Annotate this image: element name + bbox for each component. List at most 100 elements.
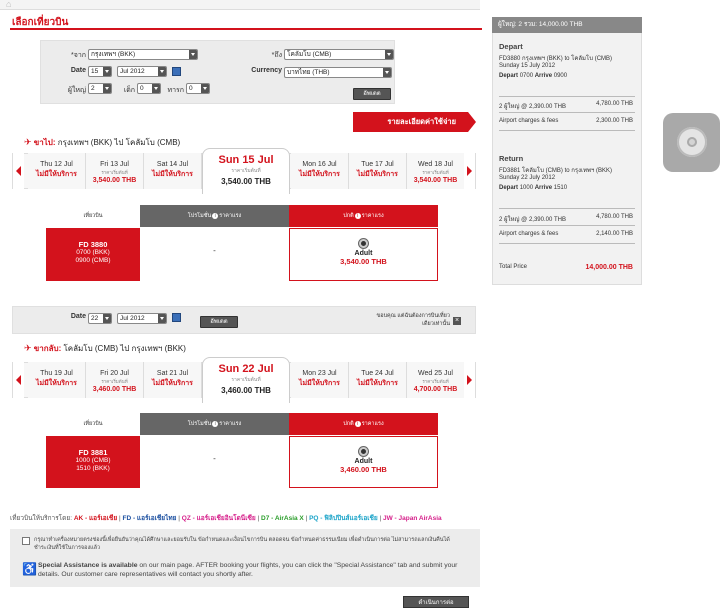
summary-return-fee-value: 2,140.00 THB — [596, 231, 633, 237]
depart-flight-cell: FD 3880 0700 (BKK) 0900 (CMB) — [46, 228, 140, 281]
return-day-5[interactable]: Mon 23 Jul ไม่มีให้บริการ — [291, 362, 349, 398]
wheelchair-icon: ♿ — [22, 562, 37, 576]
infant-select[interactable]: 0 — [186, 83, 210, 94]
currency-select[interactable]: บาทไทย (THB) — [284, 67, 392, 78]
divider — [499, 96, 635, 97]
title-divider — [10, 28, 482, 30]
depart-day-selected[interactable]: Sun 15 Jul ราคาเริ่มต้นที่ 3,540.00 THB — [202, 148, 290, 194]
carrier-legend: เที่ยวบินให้บริการโดย: AK - แอร์เอเชีย |… — [10, 515, 442, 522]
info-icon[interactable]: i — [212, 212, 219, 219]
depart-day-1[interactable]: Thu 12 Jul ไม่มีให้บริการ — [28, 153, 86, 189]
depart-next-arrow-icon[interactable] — [464, 153, 475, 189]
home-icon[interactable]: ⌂ — [6, 0, 11, 9]
return-promo-value: - — [213, 454, 216, 463]
date-month-select[interactable]: Jul 2012 — [117, 66, 167, 77]
summary-depart-title: Depart — [499, 42, 523, 51]
child-label: เด็ก — [123, 87, 135, 94]
depart-day-5[interactable]: Mon 16 Jul ไม่มีให้บริการ — [291, 153, 349, 189]
return-col-promo: โปรโมชั่น i ราคาแรง — [140, 413, 289, 435]
update-button[interactable]: อัพเดต — [353, 88, 391, 100]
adult-select[interactable]: 2 — [88, 83, 112, 94]
return-date-month-select[interactable]: Jul 2012 — [117, 313, 167, 324]
top-bar — [0, 0, 480, 10]
assistive-touch-button[interactable] — [663, 113, 720, 172]
depart-promo-value: - — [213, 246, 216, 255]
plane-return-icon: ✈ — [24, 343, 32, 353]
info-icon[interactable]: i — [354, 212, 361, 219]
depart-prev-arrow-icon[interactable] — [13, 153, 24, 189]
summary-depart-date: Sunday 15 July 2012 — [499, 63, 556, 69]
calendar-icon[interactable] — [172, 67, 181, 76]
return-update-button[interactable]: อัพเดต — [200, 316, 238, 328]
summary-depart-fee-label: Airport charges & fees — [499, 118, 559, 124]
summary-return-fee-label: Airport charges & fees — [499, 231, 559, 237]
return-fare-cell[interactable]: Adult 3,460.00 THB — [289, 436, 438, 488]
summary-return-fare-label: 2 ผู้ใหญ่ @ 2,390.00 THB — [499, 217, 566, 223]
to-label: *ถึง — [271, 52, 282, 59]
summary-depart-flight: FD3880 กรุงเทพฯ (BKK) to โคลัมโบ (CMB) — [499, 56, 613, 62]
divider — [499, 225, 635, 226]
from-label: *จาก — [71, 52, 86, 59]
calendar-icon[interactable] — [172, 313, 181, 322]
depart-fare-cell[interactable]: Adult 3,540.00 THB — [289, 228, 438, 281]
summary-return-fare-value: 4,780.00 THB — [596, 214, 633, 220]
to-select[interactable]: โคลัมโบ (CMB) — [284, 49, 394, 60]
summary-depart-fee-value: 2,300.00 THB — [596, 118, 633, 124]
price-details-button[interactable]: รายละเอียดค่าใช้จ่าย — [353, 112, 476, 132]
from-select[interactable]: กรุงเทพฯ (BKK) — [88, 49, 198, 60]
special-assistance-note: Special Assistance is available on our m… — [38, 562, 458, 578]
summary-depart-times: Depart 0700 Arrive 0900 — [499, 73, 568, 79]
infant-label: ทารก — [167, 87, 184, 94]
return-day-6[interactable]: Tue 24 Jul ไม่มีให้บริการ — [349, 362, 407, 398]
summary-return-title: Return — [499, 154, 524, 163]
return-day-3[interactable]: Sat 21 Jul ไม่มีให้บริการ — [144, 362, 202, 398]
return-date-label: Date — [70, 313, 86, 320]
child-select[interactable]: 0 — [137, 83, 161, 94]
depart-day-2[interactable]: Fri 13 Jul ราคาเริ่มต้นที่ 3,540.00 THB — [86, 153, 144, 189]
depart-col-promo: โปรโมชั่น i ราคาแรง — [140, 205, 289, 227]
date-day-select[interactable]: 15 — [88, 66, 112, 77]
depart-route: ✈ ขาไป: กรุงเทพฯ (BKK) ไป โคลัมโบ (CMB) — [24, 137, 181, 147]
return-next-arrow-icon[interactable] — [464, 362, 475, 398]
return-day-2[interactable]: Fri 20 Jul ราคาเริ่มต้นที่ 3,460.00 THB — [86, 362, 144, 398]
terms-text: กรุณาทำเครื่องหมายตรงช่องนี้เพื่อยืนยันว… — [34, 537, 450, 551]
return-col-low: ปกติ i ราคาแรง — [289, 413, 438, 435]
return-flight-cell: FD 3881 1000 (CMB) 1510 (BKK) — [46, 436, 140, 488]
summary-depart-fare-label: 2 ผู้ใหญ่ @ 2,390.00 THB — [499, 104, 566, 110]
depart-day-7[interactable]: Wed 18 Jul ราคาเริ่มต้นที่ 3,540.00 THB — [407, 153, 465, 189]
return-date-day-select[interactable]: 22 — [88, 313, 112, 324]
continue-button[interactable]: ดำเนินการต่อ — [403, 596, 469, 608]
date-label: Date — [70, 67, 86, 74]
divider — [499, 208, 635, 209]
summary-total-value: 14,000.00 THB — [585, 264, 633, 271]
fare-radio[interactable] — [359, 239, 368, 248]
depart-col-low: ปกติ i ราคาแรง — [289, 205, 438, 227]
depart-day-3[interactable]: Sat 14 Jul ไม่มีให้บริการ — [144, 153, 202, 189]
plane-depart-icon: ✈ — [24, 137, 32, 147]
return-col-flight: เที่ยวบิน — [46, 413, 140, 435]
summary-return-date: Sunday 22 July 2012 — [499, 175, 556, 181]
summary-return-flight: FD3881 โคลัมโบ (CMB) to กรุงเทพฯ (BKK) — [499, 168, 613, 174]
divider — [499, 130, 635, 131]
summary-depart-fare-value: 4,780.00 THB — [596, 101, 633, 107]
currency-label: Currency — [251, 67, 282, 74]
return-day-7[interactable]: Wed 25 Jul ราคาเริ่มต้นที่ 4,700.00 THB — [407, 362, 465, 398]
close-icon[interactable]: × — [453, 317, 461, 325]
summary-total-label: Total Price — [499, 264, 528, 270]
adult-label: ผู้ใหญ่ — [67, 87, 86, 94]
info-icon[interactable]: i — [354, 420, 361, 427]
return-day-selected[interactable]: Sun 22 Jul ราคาเริ่มต้นที่ 3,460.00 THB — [202, 357, 290, 403]
return-route: ✈ ขากลับ: โคลัมโบ (CMB) ไป กรุงเทพฯ (BKK… — [24, 343, 186, 353]
depart-col-flight: เที่ยวบิน — [46, 205, 140, 227]
depart-day-6[interactable]: Tue 17 Jul ไม่มีให้บริการ — [349, 153, 407, 189]
divider — [499, 112, 635, 113]
return-prev-arrow-icon[interactable] — [13, 362, 24, 398]
summary-header: ผู้ใหญ่: 2 รวม: 14,000.00 THB — [492, 17, 642, 33]
divider — [499, 243, 635, 244]
return-day-1[interactable]: Thu 19 Jul ไม่มีให้บริการ — [28, 362, 86, 398]
terms-checkbox[interactable] — [22, 537, 30, 545]
fare-radio[interactable] — [359, 447, 368, 456]
one-way-note: ขอบคุณ แต่ฉันต้องการบินเที่ยว เดียวเท่านั… — [376, 313, 451, 327]
summary-return-times: Depart 1000 Arrive 1510 — [499, 185, 568, 191]
info-icon[interactable]: i — [212, 420, 219, 427]
